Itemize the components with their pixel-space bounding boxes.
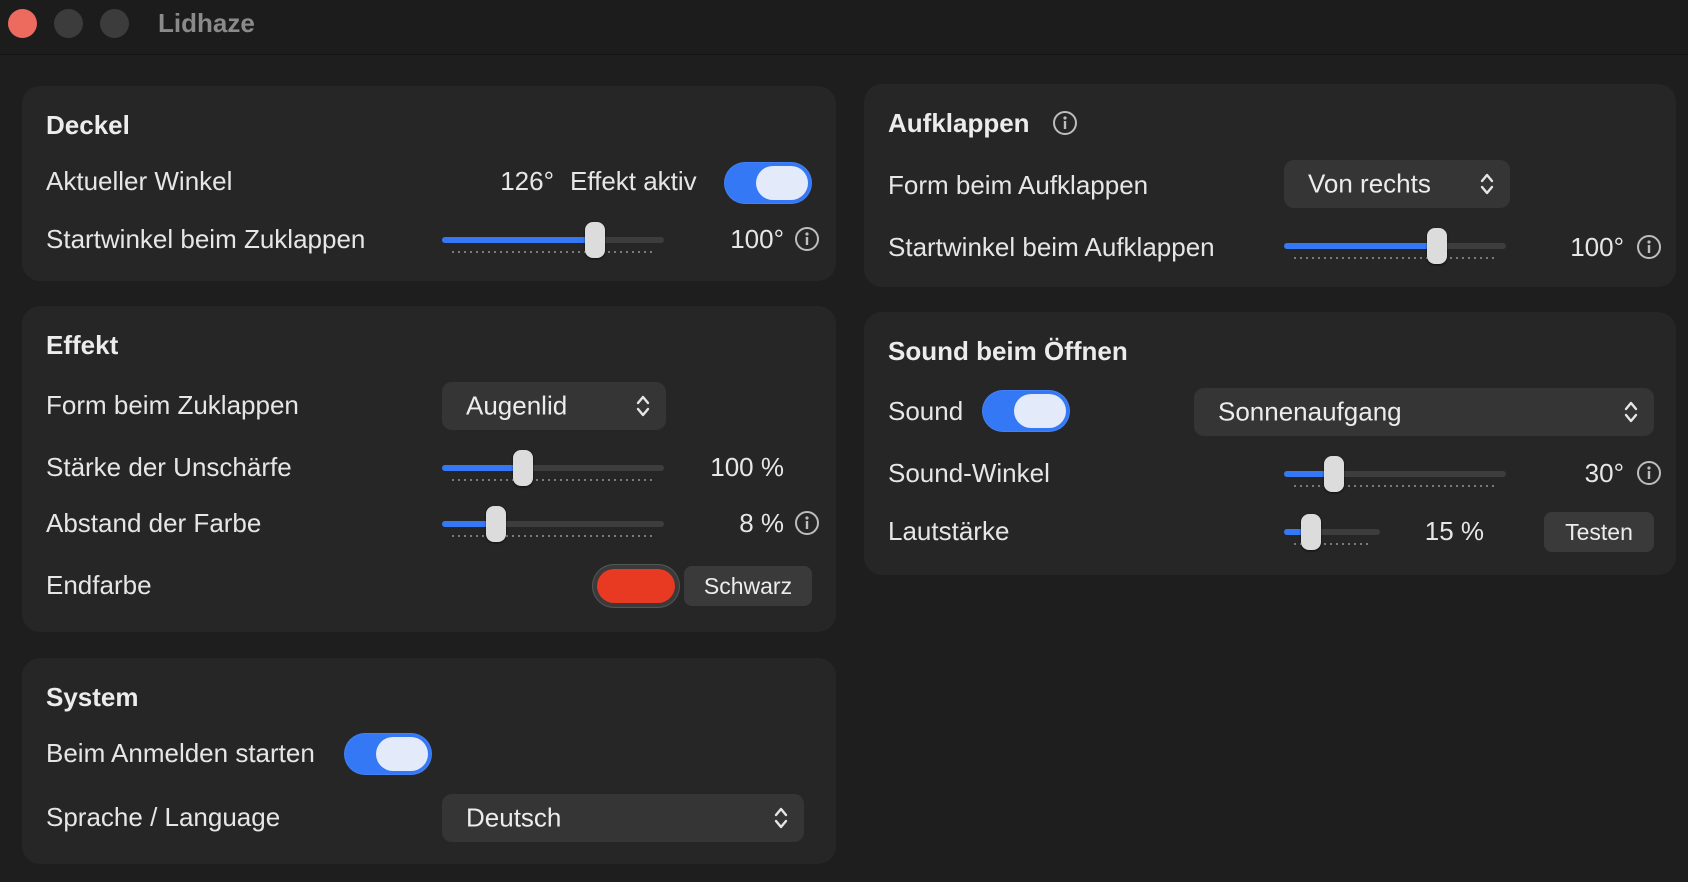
current-angle-value: 126° (500, 166, 554, 196)
launch-at-login-label: Beim Anmelden starten (46, 738, 315, 768)
aufklappen-heading: Aufklappen (888, 108, 1030, 138)
blur-strength-slider[interactable] (442, 448, 664, 488)
volume-value: 15 % (1424, 516, 1484, 546)
slider-thumb[interactable] (1301, 514, 1321, 550)
start-angle-open-value: 100° (1570, 232, 1624, 262)
start-angle-close-label: Startwinkel beim Zuklappen (46, 224, 366, 254)
start-angle-open-slider[interactable] (1284, 226, 1506, 266)
sound-toggle[interactable] (982, 390, 1070, 432)
effect-active-toggle[interactable] (724, 162, 812, 204)
slider-ticks (1294, 257, 1496, 259)
volume-label: Lautstärke (888, 516, 1010, 546)
effekt-heading: Effekt (46, 330, 119, 360)
effect-active-label: Effekt aktiv (570, 166, 697, 196)
chevron-up-down-icon (774, 807, 788, 829)
chevron-up-down-icon (636, 395, 650, 417)
info-icon[interactable] (1052, 110, 1078, 136)
sound-card: Sound beim Öffnen Sound Sonnenaufgang So… (864, 312, 1676, 575)
sound-select[interactable]: Sonnenaufgang (1194, 388, 1654, 436)
system-heading: System (46, 682, 139, 712)
chevron-up-down-icon (1480, 173, 1494, 195)
language-select[interactable]: Deutsch (442, 794, 804, 842)
toggle-knob (1014, 394, 1066, 428)
start-angle-close-value: 100° (730, 224, 784, 254)
sound-angle-slider[interactable] (1284, 454, 1506, 494)
slider-fill (442, 465, 523, 471)
aufklappen-card: Aufklappen Form beim Aufklappen Von rech… (864, 84, 1676, 287)
title-bar: Lidhaze (0, 0, 1688, 55)
close-window-button[interactable] (8, 9, 37, 38)
slider-ticks (452, 535, 654, 537)
current-angle-label: Aktueller Winkel (46, 166, 233, 196)
end-color-swatch (597, 569, 675, 603)
color-distance-slider[interactable] (442, 504, 664, 544)
shape-open-value: Von rechts (1308, 168, 1431, 199)
info-icon[interactable] (794, 510, 820, 536)
blur-strength-value: 100 % (710, 452, 784, 482)
sound-angle-label: Sound-Winkel (888, 458, 1050, 488)
slider-fill (1284, 243, 1437, 249)
slider-thumb[interactable] (1324, 456, 1344, 492)
language-label: Sprache / Language (46, 802, 281, 832)
shape-open-label: Form beim Aufklappen (888, 170, 1149, 200)
sound-heading: Sound beim Öffnen (888, 336, 1128, 366)
sound-angle-value: 30° (1584, 458, 1624, 488)
start-angle-close-slider[interactable] (442, 220, 664, 260)
slider-thumb[interactable] (486, 506, 506, 542)
shape-open-select[interactable]: Von rechts (1284, 160, 1510, 208)
black-button[interactable]: Schwarz (684, 566, 812, 606)
sound-label: Sound (888, 396, 964, 426)
minimize-window-button[interactable] (54, 9, 83, 38)
sound-value: Sonnenaufgang (1218, 396, 1402, 427)
window-title: Lidhaze (158, 8, 255, 38)
info-icon[interactable] (1636, 234, 1662, 260)
test-sound-button[interactable]: Testen (1544, 512, 1654, 552)
end-color-label: Endfarbe (46, 570, 152, 600)
language-value: Deutsch (466, 802, 562, 833)
color-distance-value: 8 % (739, 508, 784, 538)
slider-ticks (452, 251, 654, 253)
info-icon[interactable] (1636, 460, 1662, 486)
zoom-window-button[interactable] (100, 9, 129, 38)
deckel-heading: Deckel (46, 110, 130, 140)
effekt-card: Effekt Form beim Zuklappen Augenlid Stär… (22, 306, 836, 632)
start-angle-open-label: Startwinkel beim Aufklappen (888, 232, 1215, 262)
shape-close-value: Augenlid (466, 390, 568, 421)
slider-fill (442, 237, 595, 243)
launch-at-login-toggle[interactable] (344, 733, 432, 775)
color-distance-label: Abstand der Farbe (46, 508, 262, 538)
slider-thumb[interactable] (585, 222, 605, 258)
system-card: System Beim Anmelden starten Sprache / L… (22, 658, 836, 864)
shape-close-label: Form beim Zuklappen (46, 390, 299, 420)
slider-thumb[interactable] (513, 450, 533, 486)
end-color-well[interactable] (592, 564, 680, 608)
toggle-knob (756, 166, 808, 200)
toggle-knob (376, 737, 428, 771)
slider-thumb[interactable] (1427, 228, 1447, 264)
chevron-up-down-icon (1624, 401, 1638, 423)
info-icon[interactable] (794, 226, 820, 252)
blur-strength-label: Stärke der Unschärfe (46, 452, 292, 482)
volume-slider[interactable] (1284, 512, 1380, 552)
slider-ticks (452, 479, 654, 481)
deckel-card: Deckel Aktueller Winkel 126° Effekt akti… (22, 86, 836, 281)
shape-close-select[interactable]: Augenlid (442, 382, 666, 430)
